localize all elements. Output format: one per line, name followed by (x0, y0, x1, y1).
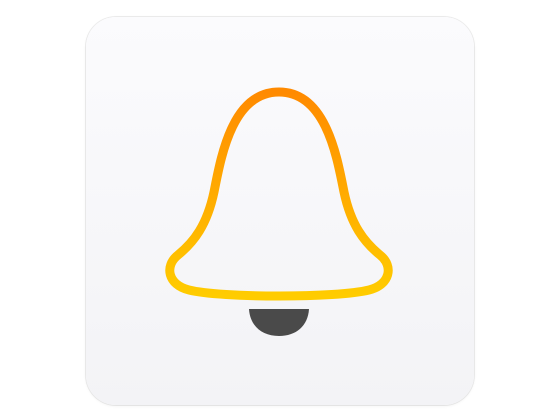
icon-canvas (0, 0, 560, 420)
bell-clapper (249, 309, 309, 336)
bell-outline (165, 87, 393, 301)
bell-icon (165, 87, 393, 336)
app-icon-tile[interactable] (86, 17, 474, 405)
